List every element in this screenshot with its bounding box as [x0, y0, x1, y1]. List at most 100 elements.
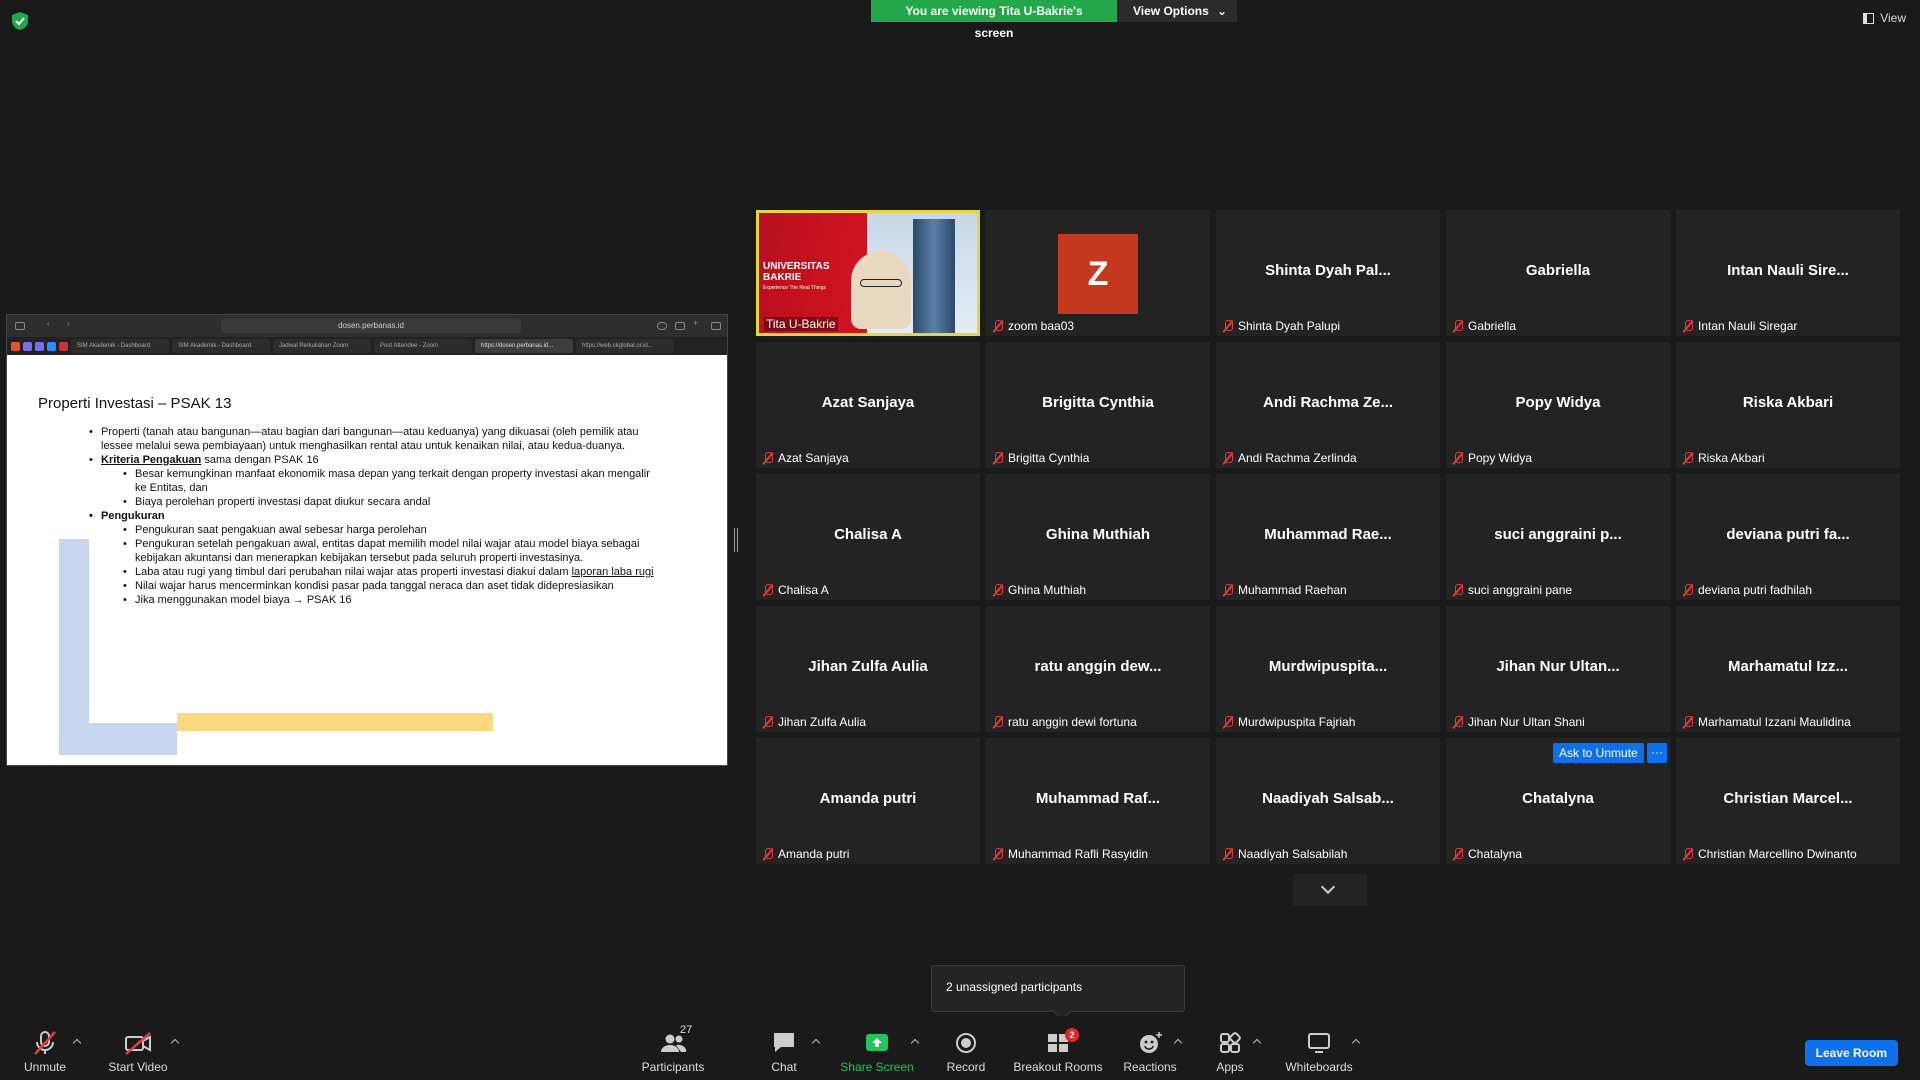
participant-label: Chalisa A — [762, 583, 829, 597]
participant-tile[interactable]: Gabriella Gabriella — [1446, 210, 1670, 336]
participants-button[interactable]: 27 Participants — [640, 1016, 706, 1080]
participant-tile[interactable]: Christian Marcel... Christian Marcellino … — [1676, 738, 1900, 864]
microphone-muted-icon — [1682, 715, 1694, 729]
participant-tile[interactable]: Andi Rachma Ze... Andi Rachma Zerlinda — [1216, 342, 1440, 468]
browser-toolbar: ‹ › dosen.perbanas.id + — [7, 315, 727, 337]
participant-name: Andi Rachma Zerlinda — [1238, 451, 1357, 465]
encryption-shield-icon[interactable] — [12, 12, 28, 30]
participant-tile[interactable]: Brigitta Cynthia Brigitta Cynthia — [986, 342, 1210, 468]
chat-options-caret-icon[interactable] — [811, 1038, 821, 1048]
slide-sub-bullet: Besar kemungkinan manfaat ekonomik masa … — [123, 467, 655, 495]
microphone-muted-icon — [992, 715, 1004, 729]
microphone-muted-icon — [1682, 451, 1694, 465]
participant-tile[interactable]: Shinta Dyah Pal... Shinta Dyah Palupi — [1216, 210, 1440, 336]
microphone-muted-icon — [1222, 319, 1234, 333]
reactions-label: Reactions — [1123, 1060, 1177, 1074]
participant-name: Brigitta Cynthia — [1008, 451, 1090, 465]
chat-button[interactable]: Chat — [766, 1016, 802, 1080]
microphone-muted-icon — [992, 583, 1004, 597]
reactions-button[interactable]: Reactions — [1123, 1016, 1177, 1080]
audio-options-caret-icon[interactable] — [72, 1038, 82, 1048]
participant-name: Riska Akbari — [1698, 451, 1765, 465]
participant-tile[interactable]: Marhamatul Izz... Marhamatul Izzani Mauli… — [1676, 606, 1900, 732]
participant-tile[interactable]: Muhammad Raf... Muhammad Rafli Rasyidin — [986, 738, 1210, 864]
participant-display-name: Shinta Dyah Pal... — [1265, 262, 1391, 279]
microphone-muted-icon — [1452, 451, 1464, 465]
gmail-icon — [59, 341, 68, 351]
microphone-muted-icon — [1222, 847, 1234, 861]
video-options-caret-icon[interactable] — [170, 1038, 180, 1048]
participant-display-name: Muhammad Rae... — [1264, 526, 1392, 543]
leave-room-button[interactable]: Leave Room — [1804, 1040, 1898, 1066]
browser-tab-active: https://dosen.perbanas.id... — [475, 339, 573, 353]
participant-tile[interactable]: Murdwipuspita... Murdwipuspita Fajriah — [1216, 606, 1440, 732]
microphone-muted-icon — [1222, 583, 1234, 597]
participant-tile-active-speaker[interactable]: UNIVERSITAS BAKRIE Experience The Real Th… — [756, 210, 980, 336]
participant-tile[interactable]: Azat Sanjaya Azat Sanjaya — [756, 342, 980, 468]
participant-tile[interactable]: Jihan Nur Ultan... Jihan Nur Ultan Shani — [1446, 606, 1670, 732]
microphone-muted-icon — [34, 1031, 56, 1055]
participant-video — [860, 279, 902, 287]
participant-tile[interactable]: Chalisa A Chalisa A — [756, 474, 980, 600]
participant-display-name: Muhammad Raf... — [1035, 790, 1161, 807]
slide-decoration — [59, 723, 177, 755]
view-options-button[interactable]: View Options ⌄ — [1117, 0, 1237, 22]
more-options-button[interactable]: ··· — [1647, 743, 1667, 763]
apps-button[interactable]: Apps — [1212, 1016, 1248, 1080]
split-view-handle[interactable] — [734, 528, 738, 552]
participant-display-name: Azat Sanjaya — [821, 394, 915, 411]
participant-label: Ghina Muthiah — [992, 583, 1086, 597]
slide-sub-bullet: Biaya perolehan properti investasi dapat… — [123, 495, 655, 509]
slide-bullet-head: Kriteria Pengakuan — [101, 454, 202, 466]
participant-label: ratu anggin dewi fortuna — [992, 715, 1137, 729]
download-icon — [657, 322, 667, 330]
microphone-muted-icon — [762, 451, 774, 465]
participant-name: Azat Sanjaya — [778, 451, 849, 465]
participants-count: 27 — [680, 1024, 693, 1036]
participant-tile[interactable]: Intan Nauli Sire... Intan Nauli Siregar — [1676, 210, 1900, 336]
video-background — [913, 219, 955, 333]
participant-tile[interactable]: Amanda putri Amanda putri — [756, 738, 980, 864]
breakout-rooms-button[interactable]: 2 2 Breakout Rooms — [1012, 1016, 1104, 1080]
next-page-button[interactable] — [1293, 874, 1367, 906]
start-video-button[interactable]: Start Video — [106, 1016, 170, 1080]
participant-name: Marhamatul Izzani Maulidina — [1698, 715, 1851, 729]
participant-tile[interactable]: Zzoom baa03 — [986, 210, 1210, 336]
participant-display-name: Jihan Nur Ultan... — [1496, 658, 1620, 675]
slide-decoration — [177, 713, 493, 731]
participants-icon: 27 — [658, 1024, 692, 1056]
participant-tile[interactable]: Muhammad Rae... Muhammad Raehan — [1216, 474, 1440, 600]
breakout-icon-wrap: 2 — [1043, 1028, 1079, 1056]
participant-label: Andi Rachma Zerlinda — [1222, 451, 1357, 465]
participant-name: Shinta Dyah Palupi — [1238, 319, 1341, 333]
participant-tile[interactable]: ratu anggin dew... ratu anggin dewi fortu… — [986, 606, 1210, 732]
slide-bullet: Pengukuran Pengukuran saat pengakuan awa… — [89, 509, 655, 607]
unmute-button[interactable]: Unmute — [20, 1016, 70, 1080]
participant-tile[interactable]: Jihan Zulfa Aulia Jihan Zulfa Aulia — [756, 606, 980, 732]
participant-name: Tita U-Bakrie — [764, 317, 838, 331]
shared-screen[interactable]: ‹ › dosen.perbanas.id + SIM Akademik - D… — [6, 314, 728, 766]
presentation-slide: Properti Investasi – PSAK 13 Properti (t… — [9, 357, 725, 763]
reactions-icon — [1140, 1032, 1162, 1053]
participant-display-name: Chatalyna — [1522, 790, 1594, 807]
browser-tab: SIM Akademik - Dashboard — [172, 339, 270, 353]
participant-label: Popy Widya — [1452, 451, 1532, 465]
whiteboards-button[interactable]: Whiteboards — [1284, 1016, 1354, 1080]
participant-tile[interactable]: Riska Akbari Riska Akbari — [1676, 342, 1900, 468]
participant-display-name: Amanda putri — [819, 790, 917, 807]
participant-name: ratu anggin dewi fortuna — [1008, 715, 1137, 729]
share-screen-button[interactable]: Share Screen — [840, 1016, 914, 1080]
participant-tile[interactable]: Naadiyah Salsab... Naadiyah Salsabilah — [1216, 738, 1440, 864]
participant-tile[interactable]: deviana putri fa... deviana putri fadhila… — [1676, 474, 1900, 600]
ask-to-unmute-button[interactable]: Ask to Unmute — [1553, 743, 1644, 763]
participant-tile[interactable]: Popy Widya Popy Widya — [1446, 342, 1670, 468]
participant-tile[interactable]: Ghina Muthiah Ghina Muthiah — [986, 474, 1210, 600]
view-layout-button[interactable]: View — [1863, 11, 1906, 25]
apps-options-caret-icon[interactable] — [1252, 1038, 1262, 1048]
participant-display-name: Brigitta Cynthia — [1042, 394, 1154, 411]
slide-sub-bullet: Pengukuran setelah pengakuan awal, entit… — [123, 537, 655, 565]
record-button[interactable]: Record — [944, 1016, 988, 1080]
participant-display-name: Intan Nauli Sire... — [1727, 262, 1849, 279]
participant-tile[interactable]: suci anggraini p... suci anggraini pane — [1446, 474, 1670, 600]
participant-display-name: deviana putri fa... — [1726, 526, 1850, 543]
